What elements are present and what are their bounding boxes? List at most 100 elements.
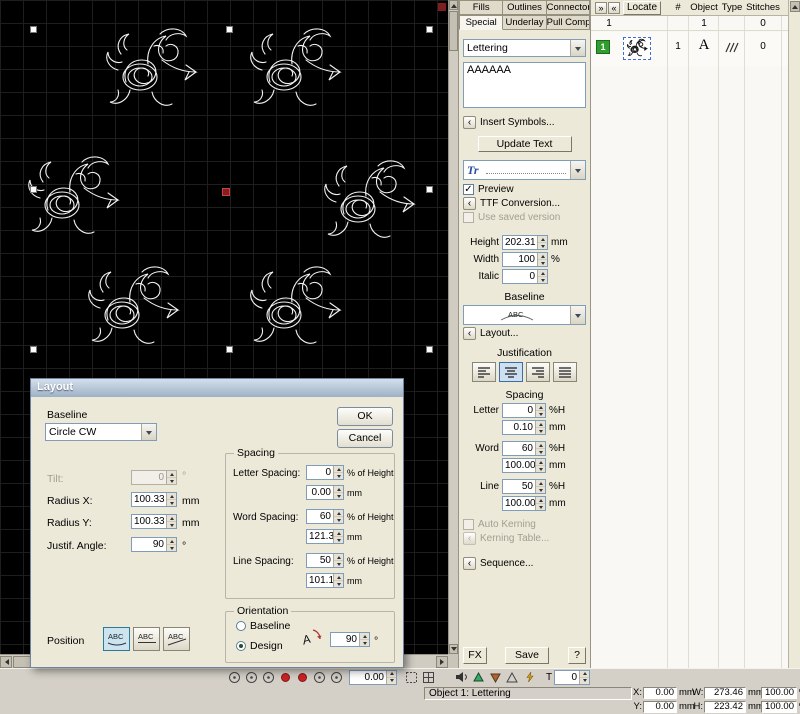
object-number-badge[interactable]: 1 xyxy=(596,40,610,54)
insert-symbols-button[interactable]: ‹ Insert Symbols... xyxy=(463,116,586,129)
spinner[interactable] xyxy=(333,466,343,479)
scroll-down-button[interactable] xyxy=(449,644,458,654)
radius-y-field[interactable]: 100.33 xyxy=(131,514,177,529)
tab-pull-comp[interactable]: Pull Comp xyxy=(547,15,590,30)
selection-handle[interactable] xyxy=(426,26,433,33)
radius-x-field[interactable]: 100.33 xyxy=(131,492,177,507)
warning-triangle-icon[interactable] xyxy=(504,670,520,684)
lettering-text-input[interactable]: AAAAAA xyxy=(463,62,586,108)
chevron-down-icon[interactable] xyxy=(141,424,156,440)
word-pct-field[interactable]: 60 xyxy=(502,441,546,456)
word-spacing-pct-field[interactable]: 60 xyxy=(306,509,344,524)
lightning-icon[interactable] xyxy=(521,670,537,684)
tab-connectors[interactable]: Connectors xyxy=(547,0,590,15)
justif-angle-field[interactable]: 90 xyxy=(131,537,177,552)
position-arc-button[interactable]: ABC xyxy=(103,627,130,651)
speaker-icon[interactable] xyxy=(453,670,469,684)
disc-icon[interactable] xyxy=(311,670,327,684)
cancel-button[interactable]: Cancel xyxy=(337,429,393,448)
spinner[interactable] xyxy=(333,574,343,587)
justify-full-button[interactable] xyxy=(553,362,577,382)
speed-spinner[interactable] xyxy=(386,671,396,684)
redraw-speed-field[interactable]: 0.00 xyxy=(349,670,397,685)
italic-spinner[interactable] xyxy=(537,270,547,283)
position-line-button[interactable]: ABC xyxy=(133,627,160,651)
object-list-scrollbar[interactable] xyxy=(788,0,800,668)
t-spinner[interactable] xyxy=(579,671,589,684)
chevron-down-icon[interactable] xyxy=(570,40,585,56)
dialog-title[interactable]: Layout xyxy=(31,379,403,397)
disc-icon[interactable] xyxy=(243,670,259,684)
update-text-button[interactable]: Update Text xyxy=(478,136,572,152)
position-slant-button[interactable]: ABC xyxy=(163,627,190,651)
word-mm-field[interactable]: 100.00 xyxy=(502,458,546,473)
baseline-type-select[interactable]: Circle CW xyxy=(45,423,157,441)
baseline-select[interactable]: ABC xyxy=(463,305,586,325)
scroll-up-button[interactable] xyxy=(790,1,800,12)
tab-outlines[interactable]: Outlines xyxy=(503,0,546,15)
arrow-down-icon[interactable] xyxy=(487,670,503,684)
object-row[interactable]: 1 1 A 0 xyxy=(591,32,789,66)
justify-center-button[interactable] xyxy=(499,362,523,382)
selection-handle[interactable] xyxy=(226,26,233,33)
arrow-up-icon[interactable] xyxy=(470,670,486,684)
line-spacing-pct-field[interactable]: 50 xyxy=(306,553,344,568)
scroll-left-button[interactable] xyxy=(0,656,12,668)
orientation-baseline-radio[interactable]: Baseline xyxy=(236,620,290,632)
letter-pct-field[interactable]: 0 xyxy=(502,403,546,418)
letter-pct-spinner[interactable] xyxy=(535,404,545,417)
word-mm-spinner[interactable] xyxy=(535,459,545,472)
spinner[interactable] xyxy=(333,554,343,567)
letter-spacing-mm-field[interactable]: 0.00 xyxy=(306,485,344,500)
x-value-field[interactable]: 0.00 xyxy=(643,687,677,699)
orientation-design-radio[interactable]: Design xyxy=(236,640,283,652)
justify-right-button[interactable] xyxy=(526,362,550,382)
chevron-down-icon[interactable] xyxy=(570,161,585,179)
scroll-right-button[interactable] xyxy=(436,656,448,668)
sequence-button[interactable]: ‹ Sequence... xyxy=(463,557,586,570)
orientation-angle-field[interactable]: 90 xyxy=(330,632,370,647)
tab-fills[interactable]: Fills xyxy=(459,0,503,15)
word-spacing-mm-field[interactable]: 121.3 xyxy=(306,529,344,544)
line-mm-spinner[interactable] xyxy=(535,497,545,510)
justify-left-button[interactable] xyxy=(472,362,496,382)
save-button[interactable]: Save xyxy=(505,647,549,664)
width-field[interactable]: 100 xyxy=(502,252,548,267)
line-pct-field[interactable]: 50 xyxy=(502,479,546,494)
line-spacing-mm-field[interactable]: 101.1 xyxy=(306,573,344,588)
radius-x-spinner[interactable] xyxy=(166,493,176,506)
spinner[interactable] xyxy=(359,633,369,646)
column-header-stitches[interactable]: Stitches xyxy=(745,2,781,13)
fx-button[interactable]: FX xyxy=(463,647,487,664)
help-button[interactable]: ? xyxy=(568,647,586,664)
tab-special[interactable]: Special xyxy=(459,15,503,30)
disc-icon[interactable] xyxy=(260,670,276,684)
line-mm-field[interactable]: 100.00 xyxy=(502,496,546,511)
letter-spacing-pct-field[interactable]: 0 xyxy=(306,465,344,480)
line-pct-spinner[interactable] xyxy=(535,480,545,493)
red-dot-icon[interactable] xyxy=(294,670,310,684)
disc-icon[interactable] xyxy=(328,670,344,684)
selection-handle[interactable] xyxy=(30,346,37,353)
column-header-type[interactable]: Type xyxy=(719,2,745,13)
layout-button[interactable]: ‹ Layout... xyxy=(463,327,586,340)
h-value-field[interactable]: 223.42 xyxy=(704,701,746,713)
collapse-all-icon[interactable]: » xyxy=(595,2,607,14)
ttf-conversion-button[interactable]: ‹ TTF Conversion... xyxy=(463,197,586,210)
t-field[interactable]: 0 xyxy=(554,670,590,685)
height-spinner[interactable] xyxy=(537,236,547,249)
vertical-scroll-thumb[interactable] xyxy=(449,11,458,51)
selection-handle[interactable] xyxy=(426,186,433,193)
font-select[interactable]: Tr xyxy=(463,160,586,180)
spinner[interactable] xyxy=(333,510,343,523)
chevron-down-icon[interactable] xyxy=(570,306,585,324)
selection-handle[interactable] xyxy=(226,346,233,353)
letter-mm-spinner[interactable] xyxy=(535,421,545,434)
expand-all-icon[interactable]: « xyxy=(608,2,620,14)
h-percent-field[interactable]: 100.00 xyxy=(761,701,797,713)
radius-y-spinner[interactable] xyxy=(166,515,176,528)
height-field[interactable]: 202.31 xyxy=(502,235,548,250)
scroll-up-button[interactable] xyxy=(449,0,458,10)
w-value-field[interactable]: 273.46 xyxy=(704,687,746,699)
canvas-vertical-scrollbar[interactable] xyxy=(448,0,458,654)
